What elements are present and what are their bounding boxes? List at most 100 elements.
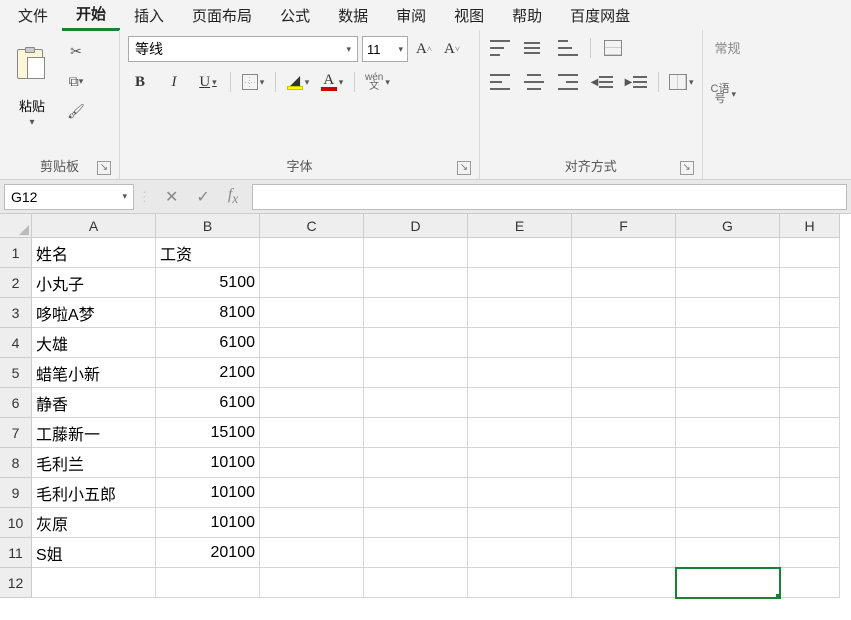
cell-E8[interactable] bbox=[468, 448, 572, 478]
cell-E1[interactable] bbox=[468, 238, 572, 268]
column-header-D[interactable]: D bbox=[364, 214, 468, 238]
cell-A12[interactable] bbox=[32, 568, 156, 598]
select-all-corner[interactable] bbox=[0, 214, 32, 238]
cell-H9[interactable] bbox=[780, 478, 840, 508]
row-header-7[interactable]: 7 bbox=[0, 418, 32, 448]
row-header-4[interactable]: 4 bbox=[0, 328, 32, 358]
cell-E10[interactable] bbox=[468, 508, 572, 538]
row-header-6[interactable]: 6 bbox=[0, 388, 32, 418]
formula-input[interactable] bbox=[252, 184, 847, 210]
name-box[interactable]: G12 ▾ bbox=[4, 184, 134, 210]
cell-E3[interactable] bbox=[468, 298, 572, 328]
cell-F4[interactable] bbox=[572, 328, 676, 358]
cell-H10[interactable] bbox=[780, 508, 840, 538]
cell-G1[interactable] bbox=[676, 238, 780, 268]
row-header-3[interactable]: 3 bbox=[0, 298, 32, 328]
font-color-button[interactable]: A▾ bbox=[320, 70, 344, 94]
cell-F7[interactable] bbox=[572, 418, 676, 448]
align-bottom-button[interactable] bbox=[556, 36, 580, 60]
menu-tab-0[interactable]: 文件 bbox=[4, 1, 62, 30]
cell-F1[interactable] bbox=[572, 238, 676, 268]
cell-H4[interactable] bbox=[780, 328, 840, 358]
cell-E12[interactable] bbox=[468, 568, 572, 598]
cell-C1[interactable] bbox=[260, 238, 364, 268]
cell-D7[interactable] bbox=[364, 418, 468, 448]
align-center-button[interactable] bbox=[522, 70, 546, 94]
cell-H6[interactable] bbox=[780, 388, 840, 418]
cell-A8[interactable]: 毛利兰 bbox=[32, 448, 156, 478]
menu-tab-4[interactable]: 公式 bbox=[266, 1, 324, 30]
phonetic-button[interactable]: wén文▾ bbox=[365, 70, 390, 94]
cell-C5[interactable] bbox=[260, 358, 364, 388]
number-format-select[interactable]: 常规 bbox=[711, 36, 775, 58]
paste-dropdown[interactable]: ▾ bbox=[29, 117, 34, 128]
row-header-8[interactable]: 8 bbox=[0, 448, 32, 478]
cell-A6[interactable]: 静香 bbox=[32, 388, 156, 418]
cell-D3[interactable] bbox=[364, 298, 468, 328]
font-name-select[interactable]: 等线 ▾ bbox=[128, 36, 358, 62]
wrap-text-button[interactable] bbox=[601, 36, 625, 60]
bold-button[interactable]: B bbox=[128, 70, 152, 94]
cell-A9[interactable]: 毛利小五郎 bbox=[32, 478, 156, 508]
cell-F6[interactable] bbox=[572, 388, 676, 418]
cell-G12[interactable] bbox=[676, 568, 780, 598]
cell-A1[interactable]: 姓名 bbox=[32, 238, 156, 268]
cell-D12[interactable] bbox=[364, 568, 468, 598]
cell-C11[interactable] bbox=[260, 538, 364, 568]
cell-D4[interactable] bbox=[364, 328, 468, 358]
fill-color-button[interactable]: ◢▾ bbox=[286, 70, 310, 94]
paste-button[interactable] bbox=[8, 36, 56, 92]
increase-indent-button[interactable]: ▶ bbox=[624, 70, 648, 94]
cell-A4[interactable]: 大雄 bbox=[32, 328, 156, 358]
underline-button[interactable]: U▾ bbox=[196, 70, 220, 94]
align-right-button[interactable] bbox=[556, 70, 580, 94]
cell-F3[interactable] bbox=[572, 298, 676, 328]
cell-B1[interactable]: 工资 bbox=[156, 238, 260, 268]
copy-button[interactable]: ⧉▾ bbox=[62, 70, 90, 92]
merge-button[interactable]: ▾ bbox=[669, 70, 694, 94]
clipboard-launcher[interactable]: ↘ bbox=[97, 161, 111, 175]
row-header-2[interactable]: 2 bbox=[0, 268, 32, 298]
cell-D6[interactable] bbox=[364, 388, 468, 418]
cell-E5[interactable] bbox=[468, 358, 572, 388]
cell-G9[interactable] bbox=[676, 478, 780, 508]
cell-A5[interactable]: 蜡笔小新 bbox=[32, 358, 156, 388]
cell-C9[interactable] bbox=[260, 478, 364, 508]
italic-button[interactable]: I bbox=[162, 70, 186, 94]
cell-G5[interactable] bbox=[676, 358, 780, 388]
cell-H3[interactable] bbox=[780, 298, 840, 328]
cell-H8[interactable] bbox=[780, 448, 840, 478]
menu-tab-2[interactable]: 插入 bbox=[120, 1, 178, 30]
cell-H11[interactable] bbox=[780, 538, 840, 568]
menu-tab-8[interactable]: 帮助 bbox=[498, 1, 556, 30]
cell-E7[interactable] bbox=[468, 418, 572, 448]
column-header-G[interactable]: G bbox=[676, 214, 780, 238]
cell-E9[interactable] bbox=[468, 478, 572, 508]
cell-D10[interactable] bbox=[364, 508, 468, 538]
row-header-5[interactable]: 5 bbox=[0, 358, 32, 388]
confirm-formula-button[interactable]: ✓ bbox=[196, 187, 209, 207]
cell-G3[interactable] bbox=[676, 298, 780, 328]
cell-C7[interactable] bbox=[260, 418, 364, 448]
cell-G8[interactable] bbox=[676, 448, 780, 478]
cell-D8[interactable] bbox=[364, 448, 468, 478]
column-header-H[interactable]: H bbox=[780, 214, 840, 238]
row-header-12[interactable]: 12 bbox=[0, 568, 32, 598]
cell-D9[interactable] bbox=[364, 478, 468, 508]
cell-A10[interactable]: 灰原 bbox=[32, 508, 156, 538]
currency-button[interactable]: C语号▾ bbox=[711, 82, 736, 106]
cell-G2[interactable] bbox=[676, 268, 780, 298]
column-header-A[interactable]: A bbox=[32, 214, 156, 238]
menu-tab-6[interactable]: 审阅 bbox=[382, 1, 440, 30]
cell-C12[interactable] bbox=[260, 568, 364, 598]
fx-button[interactable]: fx bbox=[228, 186, 238, 207]
cut-button[interactable]: ✂ bbox=[62, 40, 90, 62]
cell-A2[interactable]: 小丸子 bbox=[32, 268, 156, 298]
cell-G7[interactable] bbox=[676, 418, 780, 448]
align-top-button[interactable] bbox=[488, 36, 512, 60]
cell-G10[interactable] bbox=[676, 508, 780, 538]
cell-F2[interactable] bbox=[572, 268, 676, 298]
menu-tab-1[interactable]: 开始 bbox=[62, 0, 120, 31]
align-left-button[interactable] bbox=[488, 70, 512, 94]
cell-B10[interactable]: 10100 bbox=[156, 508, 260, 538]
